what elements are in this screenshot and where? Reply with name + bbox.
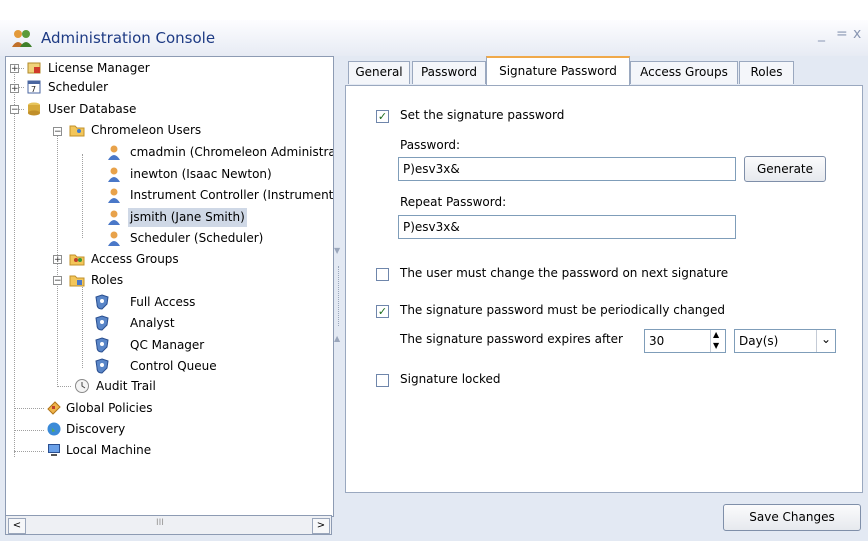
tree-horizontal-scrollbar[interactable]: < III > (5, 515, 332, 535)
tab-access-groups[interactable]: Access Groups (630, 61, 738, 84)
repeat-password-label: Repeat Password: (400, 195, 507, 209)
must-change-checkbox[interactable] (376, 268, 389, 281)
save-changes-button[interactable]: Save Changes (723, 504, 861, 531)
dropdown-arrow-icon[interactable]: ⌄ (816, 330, 835, 352)
navigation-tree[interactable]: + + − − + − License Manager 7 Scheduler … (5, 56, 334, 517)
action-bar: Save Changes (343, 493, 868, 541)
tab-signature-password[interactable]: Signature Password (486, 56, 630, 86)
set-signature-password-checkbox[interactable]: ✓ (376, 110, 389, 123)
expander-roles[interactable]: − (53, 276, 62, 286)
collapse-up-icon: ▼ (334, 246, 341, 255)
user-icon (108, 188, 120, 203)
app-users-icon (12, 30, 32, 47)
database-icon (28, 102, 40, 116)
tab-general[interactable]: General (348, 61, 410, 84)
computer-icon (48, 444, 60, 456)
expires-days-value: 30 (649, 334, 665, 348)
title-bar: Administration Console _ = x (0, 20, 868, 56)
role-shield-icon (95, 315, 109, 331)
role-shield-icon (95, 337, 109, 353)
password-label: Password: (400, 138, 461, 152)
scroll-grip[interactable]: III (156, 518, 164, 528)
collapse-down-icon: ▲ (334, 334, 341, 343)
signature-locked-checkbox[interactable] (376, 374, 389, 387)
role-shield-icon (95, 294, 109, 310)
main-frame: + + − − + − License Manager 7 Scheduler … (0, 56, 868, 541)
folder-users-icon (69, 125, 85, 137)
spin-buttons[interactable]: ▲ ▼ (710, 330, 725, 352)
window-title: Administration Console (41, 29, 216, 47)
folder-roles-icon (69, 275, 85, 287)
calendar-icon: 7 (27, 80, 41, 94)
expander-access-groups[interactable]: + (53, 255, 62, 265)
repeat-password-field[interactable]: P)esv3x& (398, 215, 736, 239)
expander-user-database[interactable]: − (10, 105, 19, 115)
expander-scheduler[interactable]: + (10, 84, 19, 94)
scroll-left-button[interactable]: < (8, 518, 26, 534)
expires-unit-value: Day(s) (739, 334, 779, 348)
periodic-change-label: The signature password must be periodica… (400, 303, 726, 317)
pane-splitter[interactable]: ▼ ▲ (334, 56, 343, 541)
expander-license-manager[interactable]: + (10, 64, 19, 74)
scroll-right-button[interactable]: > (312, 518, 330, 534)
user-icon (108, 167, 120, 182)
signature-locked-label: Signature locked (400, 372, 501, 386)
expires-days-stepper[interactable]: 30 ▲ ▼ (644, 329, 726, 353)
expires-unit-select[interactable]: Day(s) ⌄ (734, 329, 836, 353)
policy-icon (47, 401, 61, 415)
tab-strip: General Password Signature Password Acce… (345, 56, 868, 86)
password-field[interactable]: P)esv3x& (398, 157, 736, 181)
spin-down-icon[interactable]: ▼ (713, 335, 719, 357)
user-icon (108, 231, 120, 246)
close-button[interactable]: x (853, 26, 861, 42)
svg-text:7: 7 (31, 85, 36, 94)
globe-icon (47, 422, 61, 436)
user-icon (108, 145, 120, 160)
periodic-change-checkbox[interactable]: ✓ (376, 305, 389, 318)
role-shield-icon (95, 358, 109, 374)
signature-password-panel: ✓ Set the signature password Password: P… (345, 85, 863, 493)
tab-roles[interactable]: Roles (739, 61, 794, 84)
license-icon (27, 62, 41, 74)
maximize-button[interactable]: = (836, 26, 848, 42)
user-icon (108, 210, 120, 225)
expires-after-label: The signature password expires after (400, 332, 623, 346)
minimize-button[interactable]: _ (818, 26, 825, 42)
folder-group-icon (69, 254, 85, 266)
set-signature-password-label: Set the signature password (400, 108, 565, 122)
must-change-label: The user must change the password on nex… (400, 266, 729, 280)
expander-chromeleon-users[interactable]: − (53, 127, 62, 137)
generate-button[interactable]: Generate (744, 156, 826, 182)
tab-password[interactable]: Password (412, 61, 486, 84)
clock-icon (75, 379, 89, 393)
